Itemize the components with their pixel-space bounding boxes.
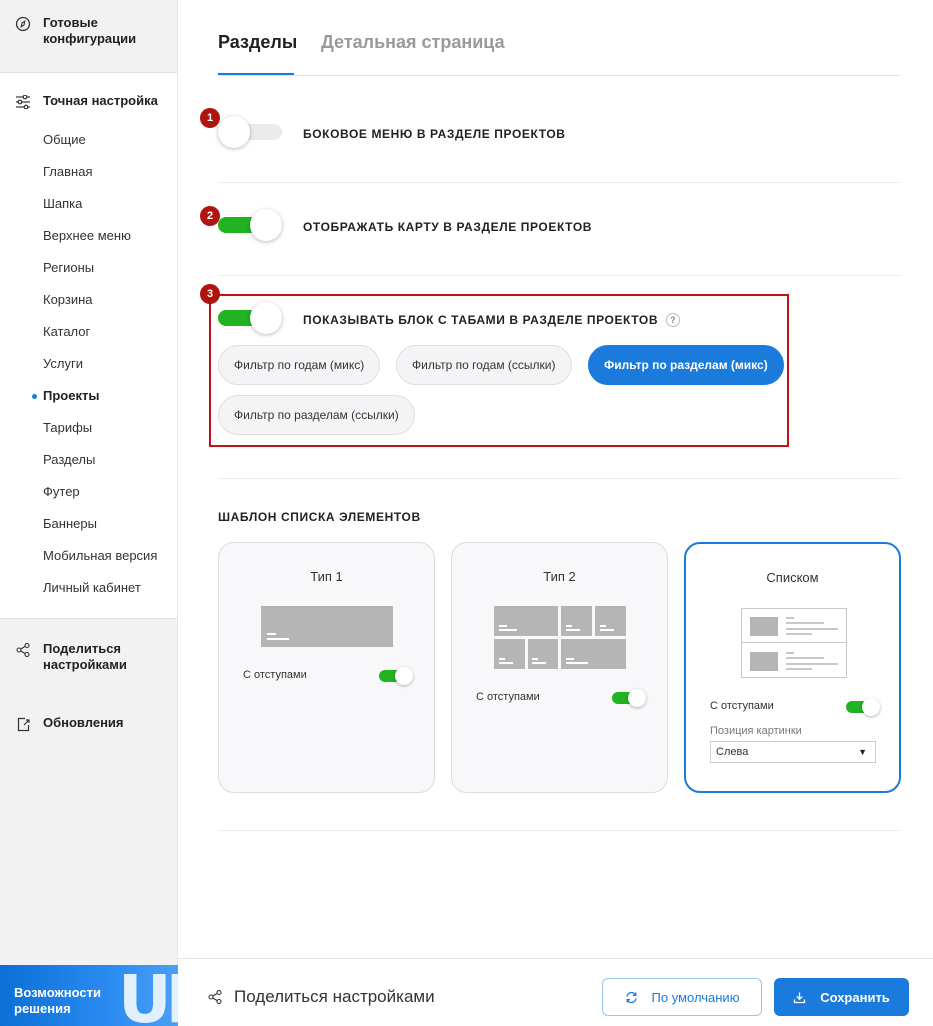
sidebar-item-header[interactable]: Шапка: [0, 188, 177, 220]
step-badge-1: 1: [200, 108, 220, 128]
compass-icon: [14, 15, 32, 33]
setting-row-map: 2 ОТОБРАЖАТЬ КАРТУ В РАЗДЕЛЕ ПРОЕКТОВ: [200, 183, 901, 276]
sidebar-fine-tune-section: Точная настройка Общие Главная Шапка Вер…: [0, 73, 177, 619]
sidebar-item-services[interactable]: Услуги: [0, 348, 177, 380]
sidebar-item-projects[interactable]: Проекты: [0, 380, 177, 412]
sidebar-item-fine-tune[interactable]: Точная настройка: [0, 93, 177, 111]
template-card-type2[interactable]: Тип 2 С отступами: [451, 542, 668, 793]
sidebar-item-sections[interactable]: Разделы: [0, 444, 177, 476]
template-section-title: ШАБЛОН СПИСКА ЭЛЕМЕНТОВ: [218, 510, 421, 524]
sidebar-item-main[interactable]: Главная: [0, 156, 177, 188]
tab-detail-page[interactable]: Детальная страница: [321, 32, 505, 53]
sidebar-item-mobile[interactable]: Мобильная версия: [0, 540, 177, 572]
promo-text: Возможности решения: [14, 985, 101, 1016]
promo-banner[interactable]: UP Возможности решения: [0, 965, 178, 1026]
footer-bar: Поделиться настройками По умолчанию Сохр…: [178, 958, 933, 1026]
image-position-value: Слева: [716, 746, 749, 758]
image-position-label: Позиция картинки: [710, 725, 802, 737]
sidebar-fine-tune-label: Точная настройка: [43, 93, 158, 108]
card-option-label: С отступами: [710, 700, 774, 712]
sidebar-item-regions[interactable]: Регионы: [0, 252, 177, 284]
toggle-knob: [218, 116, 250, 148]
map-toggle[interactable]: [218, 209, 282, 241]
step-badge-2: 2: [200, 206, 220, 226]
card-title: Тип 2: [543, 569, 576, 584]
sidebar-updates-label: Обновления: [43, 715, 124, 730]
refresh-icon: [625, 991, 638, 1004]
reset-default-label: По умолчанию: [651, 989, 740, 1005]
reset-default-button[interactable]: По умолчанию: [602, 978, 762, 1016]
sidebar-item-banners[interactable]: Баннеры: [0, 508, 177, 540]
sidebar-share-label: Поделиться настройками: [43, 641, 127, 672]
highlight-frame: [209, 294, 789, 447]
footer-share-link[interactable]: Поделиться настройками: [208, 987, 435, 1007]
card-title: Тип 1: [310, 569, 343, 584]
type2-padding-toggle[interactable]: [612, 689, 646, 707]
promo-logo: UP: [118, 965, 178, 1026]
save-label: Сохранить: [820, 989, 890, 1005]
sidebar-item-top-menu[interactable]: Верхнее меню: [0, 220, 177, 252]
dropdown-arrow-icon: ▼: [858, 747, 867, 757]
sidebar-item-footer[interactable]: Футер: [0, 476, 177, 508]
sidebar-item-general[interactable]: Общие: [0, 124, 177, 156]
card-option-label: С отступами: [476, 691, 540, 703]
list-preview: [741, 608, 847, 678]
step-badge-3: 3: [200, 284, 220, 304]
list-padding-toggle[interactable]: [846, 698, 880, 716]
type1-padding-toggle[interactable]: [379, 667, 413, 685]
sidebar-item-share[interactable]: Поделиться настройками: [0, 641, 177, 673]
share-icon: [14, 641, 32, 659]
sidebar-item-account[interactable]: Личный кабинет: [0, 572, 177, 604]
footer-share-label: Поделиться настройками: [234, 987, 435, 1006]
sidebar-item-tariffs[interactable]: Тарифы: [0, 412, 177, 444]
toggle-knob: [250, 209, 282, 241]
sidebar-nav-list: Общие Главная Шапка Верхнее меню Регионы…: [0, 124, 177, 604]
active-tab-indicator: [218, 73, 294, 75]
sidebar-item-updates[interactable]: Обновления: [0, 715, 177, 733]
map-label: ОТОБРАЖАТЬ КАРТУ В РАЗДЕЛЕ ПРОЕКТОВ: [303, 220, 593, 234]
side-menu-label: БОКОВОЕ МЕНЮ В РАЗДЕЛЕ ПРОЕКТОВ: [303, 127, 566, 141]
setting-row-side-menu: 1 БОКОВОЕ МЕНЮ В РАЗДЕЛЕ ПРОЕКТОВ: [200, 76, 901, 183]
share-icon: [208, 990, 222, 1004]
side-menu-toggle[interactable]: [218, 116, 282, 148]
download-icon: [793, 991, 806, 1004]
template-card-list[interactable]: Списком С отступами Позиция картинки Сле…: [684, 542, 901, 793]
tab-sections[interactable]: Разделы: [218, 32, 297, 53]
sidebar-item-cart[interactable]: Корзина: [0, 284, 177, 316]
image-position-select[interactable]: Слева ▼: [710, 741, 876, 763]
save-button[interactable]: Сохранить: [774, 978, 909, 1016]
update-icon: [14, 715, 32, 733]
card-title: Списком: [766, 570, 819, 585]
sidebar-ready-configs-label: Готовые конфигурации: [43, 15, 137, 46]
sliders-icon: [14, 93, 32, 111]
main-content: Разделы Детальная страница 1 БОКОВОЕ МЕН…: [178, 0, 933, 1026]
template-card-type1[interactable]: Тип 1 С отступами: [218, 542, 435, 793]
divider: [218, 830, 901, 831]
sidebar: Готовые конфигурации Точная настройка Об…: [0, 0, 178, 1026]
sidebar-item-ready-configs[interactable]: Готовые конфигурации: [0, 0, 177, 73]
sidebar-item-catalog[interactable]: Каталог: [0, 316, 177, 348]
card-option-label: С отступами: [243, 669, 307, 681]
tabs: Разделы Детальная страница: [218, 0, 901, 76]
